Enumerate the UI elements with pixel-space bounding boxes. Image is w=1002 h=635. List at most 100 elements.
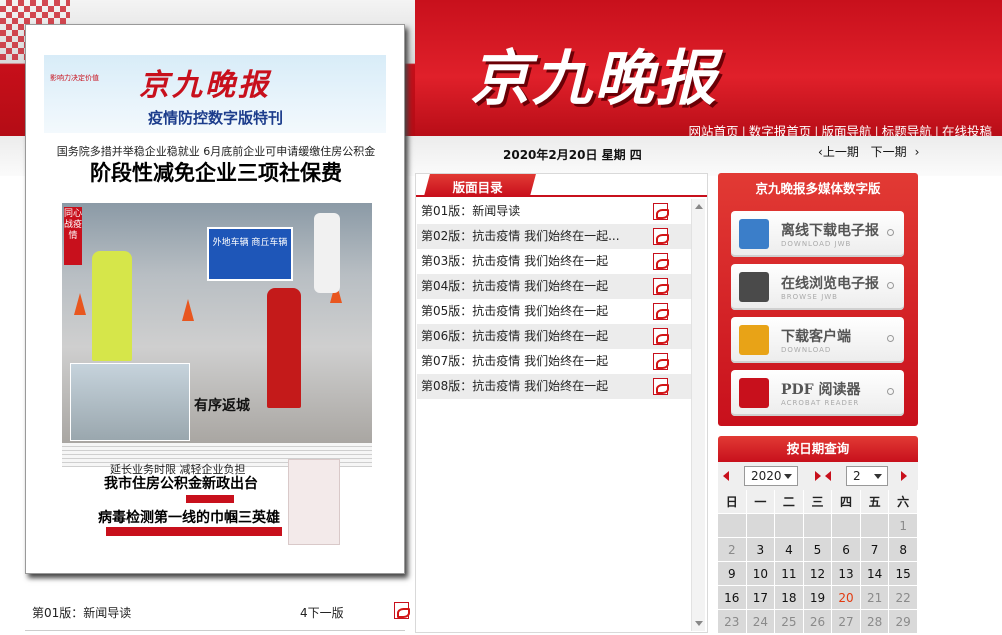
issue-date: 2020年2月20日 星期 四 xyxy=(503,148,642,162)
calendar-day[interactable]: 24 xyxy=(746,610,776,634)
weekday-header: 五 xyxy=(860,490,890,514)
calendar-empty xyxy=(775,514,804,538)
traffic-cone xyxy=(182,299,194,321)
pdf-icon[interactable] xyxy=(653,203,669,220)
calendar-day[interactable]: 13 xyxy=(832,562,861,586)
calendar-day[interactable]: 9 xyxy=(718,562,747,586)
next-month-icon[interactable] xyxy=(901,471,907,481)
directory-tab: 版面目录 xyxy=(424,174,536,196)
list-item-label[interactable]: 第02版：抗击疫情 我们始终在一起... xyxy=(421,224,645,249)
calendar-day[interactable]: 15 xyxy=(889,562,918,586)
pdf-icon[interactable] xyxy=(653,253,669,270)
prev-month-icon[interactable] xyxy=(825,471,831,481)
page-preview[interactable]: 影响力决定价值 京九晚报 疫情防控数字版特刊 国务院多措并举稳企业稳就业 6月底… xyxy=(25,24,405,574)
calendar-day[interactable]: 22 xyxy=(889,586,918,610)
list-item[interactable]: 第05版：抗击疫情 我们始终在一起 xyxy=(417,299,691,324)
pdf-icon[interactable] xyxy=(653,303,669,320)
calendar-day[interactable]: 6 xyxy=(832,538,861,562)
list-item[interactable]: 第01版：新闻导读 xyxy=(417,199,691,224)
calendar-day[interactable]: 25 xyxy=(775,610,804,634)
calendar-day[interactable]: 27 xyxy=(832,610,861,634)
media-panel: 京九晚报多媒体数字版 离线下载电子报 DOWNLOAD JWB 在线浏览电子报 … xyxy=(718,173,918,426)
list-item-label[interactable]: 第05版：抗击疫情 我们始终在一起 xyxy=(421,299,645,324)
pdf-reader-sub: ACROBAT READER xyxy=(781,399,860,407)
year-select[interactable]: 2020 xyxy=(744,466,798,486)
pdf-icon[interactable] xyxy=(653,228,669,245)
list-item-label[interactable]: 第03版：抗击疫情 我们始终在一起 xyxy=(421,249,645,274)
pdf-icon[interactable] xyxy=(653,278,669,295)
pdf-icon[interactable] xyxy=(653,378,669,395)
list-item[interactable]: 第06版：抗击疫情 我们始终在一起 xyxy=(417,324,691,349)
calendar-day[interactable]: 29 xyxy=(889,610,918,634)
pdf-icon[interactable] xyxy=(394,602,410,619)
list-item[interactable]: 第03版：抗击疫情 我们始终在一起 xyxy=(417,249,691,274)
calendar-day[interactable]: 12 xyxy=(803,562,833,586)
lead-photo[interactable]: 同心战疫情 外地车辆 商丘车辆 有序返城 xyxy=(62,203,372,443)
list-item-label[interactable]: 第06版：抗击疫情 我们始终在一起 xyxy=(421,324,645,349)
list-item-label[interactable]: 第08版：抗击疫情 我们始终在一起 xyxy=(421,374,645,399)
calendar-weeks: 1 2 3 4 5 6 7 8 9 10 11 12 13 14 15 16 17 18 19 20 21 22 23 24 2… xyxy=(718,514,918,634)
photo-tag: 同心战疫情 xyxy=(64,207,82,265)
story3-headline[interactable]: 病毒检测第一线的巾帼三英雄 xyxy=(98,507,280,527)
calendar-empty xyxy=(832,514,861,538)
media-title: 京九晚报多媒体数字版 xyxy=(755,181,881,196)
calendar-day[interactable]: 14 xyxy=(860,562,890,586)
prev-issue-label: 上一期 xyxy=(822,145,859,159)
worker-figure xyxy=(267,288,301,408)
paper-masthead-area: 影响力决定价值 京九晚报 疫情防控数字版特刊 xyxy=(44,55,386,133)
calendar-day[interactable]: 26 xyxy=(803,610,833,634)
calendar-day[interactable]: 3 xyxy=(746,538,776,562)
pdf-icon[interactable] xyxy=(653,328,669,345)
story2-headline[interactable]: 我市住房公积金新政出台 xyxy=(104,473,258,493)
download-offline-button[interactable]: 离线下载电子报 DOWNLOAD JWB xyxy=(731,211,904,257)
month-select[interactable]: 2 xyxy=(846,466,888,486)
calendar-day[interactable]: 7 xyxy=(860,538,890,562)
scroll-up-icon[interactable] xyxy=(695,204,703,209)
next-issue-link[interactable]: 下一期 xyxy=(871,145,907,159)
calendar-day[interactable]: 11 xyxy=(775,562,804,586)
calendar-title: 按日期查询 xyxy=(718,436,918,462)
current-page-label[interactable]: 第01版：新闻导读 xyxy=(32,604,131,621)
browse-online-button[interactable]: 在线浏览电子报 BROWSE JWB xyxy=(731,264,904,310)
calendar-day[interactable]: 10 xyxy=(746,562,776,586)
next-page-link[interactable]: 4下一版 xyxy=(300,604,344,621)
directory-list: 第01版：新闻导读 第02版：抗击疫情 我们始终在一起... 第03版：抗击疫情… xyxy=(417,199,691,399)
calendar-day[interactable]: 16 xyxy=(718,586,747,610)
calendar-day[interactable]: 1 xyxy=(889,514,918,538)
calendar-day[interactable]: 2 xyxy=(718,538,747,562)
scroll-down-icon[interactable] xyxy=(695,621,703,626)
list-item[interactable]: 第04版：抗击疫情 我们始终在一起 xyxy=(417,274,691,299)
list-item-label[interactable]: 第07版：抗击疫情 我们始终在一起 xyxy=(421,349,645,374)
calendar-day[interactable]: 18 xyxy=(775,586,804,610)
calendar-day[interactable]: 23 xyxy=(718,610,747,634)
calendar-day[interactable]: 4 xyxy=(775,538,804,562)
officer-figure xyxy=(92,251,132,361)
next-year-icon[interactable] xyxy=(815,471,821,481)
paper-headline[interactable]: 阶段性减免企业三项社保费 xyxy=(26,157,406,187)
calendar-day[interactable]: 21 xyxy=(860,586,890,610)
calendar-day[interactable]: 17 xyxy=(746,586,776,610)
calendar-day[interactable]: 20 xyxy=(832,586,861,610)
directory-scrollbar[interactable] xyxy=(691,199,705,631)
calendar-grid: 日一二三四五六 1 2 3 4 5 6 7 8 9 10 11 12 13 14 15 16 17 18 19 20 2… xyxy=(718,490,918,634)
download-client-button[interactable]: 下载客户端 DOWNLOAD xyxy=(731,317,904,363)
calendar-day[interactable]: 19 xyxy=(803,586,833,610)
pdf-icon[interactable] xyxy=(653,353,669,370)
list-item[interactable]: 第08版：抗击疫情 我们始终在一起 xyxy=(417,374,691,399)
calendar-week: 2345678 xyxy=(718,538,918,562)
acrobat-icon xyxy=(739,378,769,408)
download-client-label: 下载客户端 xyxy=(781,329,851,345)
weekday-header: 四 xyxy=(832,490,861,514)
calendar-day[interactable]: 8 xyxy=(889,538,918,562)
chevron-icon xyxy=(887,229,894,236)
pdf-reader-button[interactable]: PDF 阅读器 ACROBAT READER xyxy=(731,370,904,416)
prev-year-icon[interactable] xyxy=(723,471,729,481)
calendar-day[interactable]: 5 xyxy=(803,538,833,562)
list-item[interactable]: 第07版：抗击疫情 我们始终在一起 xyxy=(417,349,691,374)
weekday-header: 六 xyxy=(889,490,918,514)
prev-issue-link[interactable]: ‹上一期 xyxy=(818,145,859,159)
calendar-day[interactable]: 28 xyxy=(860,610,890,634)
list-item-label[interactable]: 第04版：抗击疫情 我们始终在一起 xyxy=(421,274,645,299)
list-item-label[interactable]: 第01版：新闻导读 xyxy=(421,199,645,224)
list-item[interactable]: 第02版：抗击疫情 我们始终在一起... xyxy=(417,224,691,249)
